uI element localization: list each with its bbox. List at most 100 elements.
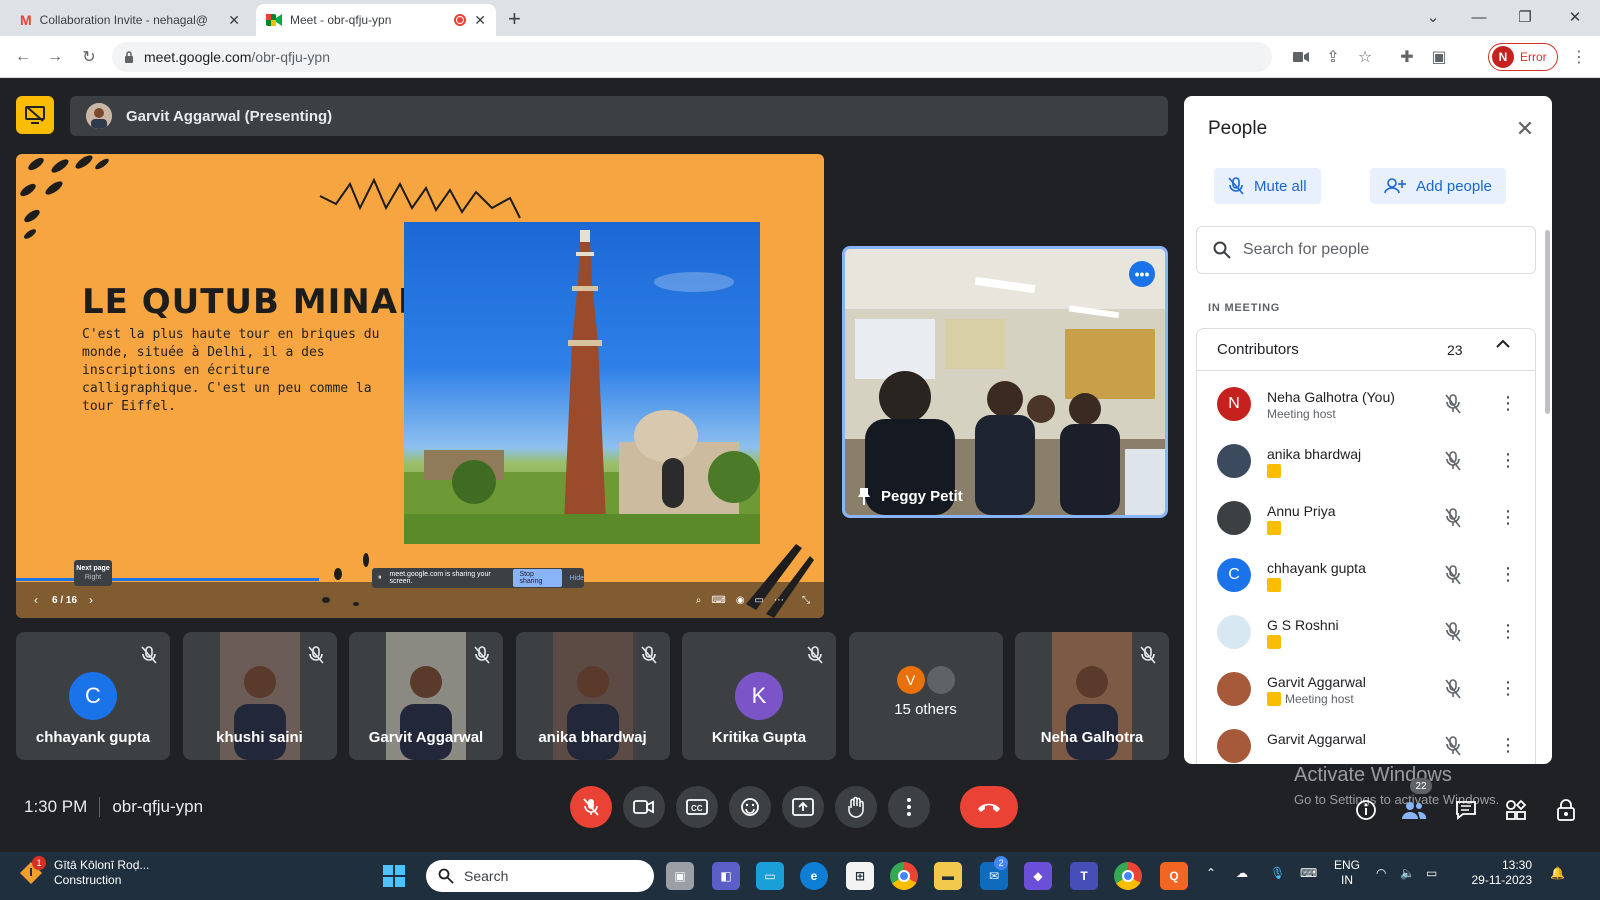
previous-page-icon[interactable]: ‹ [34, 593, 38, 607]
pip-icon[interactable]: ▭ [755, 595, 764, 606]
close-icon[interactable]: ✕ [1512, 116, 1538, 142]
chrome-profile-icon[interactable] [1114, 862, 1142, 890]
participant-tile[interactable]: V 15 others [848, 632, 1003, 760]
participant-more-icon[interactable]: ⋮ [1499, 507, 1517, 528]
participant-more-icon[interactable]: ⋮ [1499, 621, 1517, 642]
mic-off-icon[interactable] [1443, 621, 1463, 643]
hide-button[interactable]: Hide [570, 575, 584, 582]
microphone-in-use-icon[interactable]: 🎙 [1270, 866, 1285, 881]
mic-off-icon[interactable] [1443, 393, 1463, 415]
add-people-button[interactable]: Add people [1370, 168, 1506, 204]
windows-start-icon[interactable] [380, 862, 408, 890]
participant-row[interactable]: Garvit Aggarwal Meeting host ⋮ [1197, 660, 1535, 718]
participant-more-icon[interactable]: ⋮ [1499, 678, 1517, 699]
mic-off-icon[interactable] [1443, 564, 1463, 586]
chat-icon[interactable] [1452, 796, 1480, 824]
participant-row[interactable]: Garvit Aggarwal ⋮ [1197, 717, 1535, 764]
people-search-input[interactable]: Search for people [1196, 226, 1536, 274]
quick-heal-icon[interactable]: Q [1160, 862, 1188, 890]
participant-tile[interactable]: khushi saini [182, 632, 337, 760]
new-tab-button[interactable]: + [508, 6, 521, 32]
taskbar-search-input[interactable]: Search [426, 860, 654, 892]
participant-row[interactable]: Cchhayank gupta ⋮ [1197, 546, 1535, 604]
participant-tile[interactable]: K Kritika Gupta [682, 632, 836, 760]
battery-icon[interactable]: ▭ [1426, 866, 1437, 881]
share-icon[interactable]: ⇪ [1320, 44, 1346, 70]
mic-off-icon[interactable] [1443, 735, 1463, 757]
chrome-icon[interactable] [890, 862, 918, 890]
zoom-icon[interactable]: ⌕ [696, 595, 702, 606]
tray-chevron-icon[interactable]: ⌃ [1206, 866, 1216, 881]
participant-tile[interactable]: Cchhayank gupta [16, 632, 170, 760]
edge-icon[interactable]: e [800, 862, 828, 890]
participant-more-icon[interactable]: ⋮ [1499, 393, 1517, 414]
wifi-icon[interactable]: ◠ [1376, 866, 1386, 881]
system-clock[interactable]: 13:30 29-11-2023 [1458, 858, 1533, 888]
participant-tile[interactable]: anika bhardwaj [515, 632, 670, 760]
onedrive-cloud-icon[interactable]: ☁ [1236, 866, 1248, 881]
notifications-bell-icon[interactable]: 🔔 [1550, 866, 1565, 881]
more-options-icon[interactable]: ⋯ [774, 595, 784, 606]
keyboard-icon[interactable]: ⌨ [711, 595, 725, 606]
presented-slide[interactable]: LE QUTUB MINAR C'est la plus haute tour … [16, 154, 824, 618]
camera-in-use-icon[interactable] [1288, 44, 1314, 70]
app-icon[interactable]: ◆ [1024, 862, 1052, 890]
present-now-button[interactable] [782, 786, 824, 828]
teams-chat-icon[interactable]: ◧ [712, 862, 740, 890]
meeting-details-icon[interactable] [1352, 796, 1380, 824]
close-window-icon[interactable]: ✕ [1564, 6, 1586, 28]
maximize-icon[interactable]: ❐ [1514, 6, 1536, 28]
more-options-button[interactable]: ••• [1129, 261, 1155, 287]
profile-button[interactable]: N Error [1488, 43, 1558, 71]
chevron-up-icon[interactable] [1495, 339, 1511, 349]
captions-button[interactable]: CC [676, 786, 718, 828]
keyboard-tray-icon[interactable]: ⌨ [1300, 866, 1317, 881]
pin-icon[interactable] [857, 487, 871, 505]
close-icon[interactable]: ✕ [228, 12, 240, 29]
panel-scrollbar[interactable] [1545, 230, 1550, 414]
camera-toggle-button[interactable] [623, 786, 665, 828]
pinned-participant-tile[interactable]: ••• Peggy Petit [842, 246, 1168, 518]
task-view-icon[interactable]: ▣ [666, 862, 694, 890]
participant-more-icon[interactable]: ⋮ [1499, 735, 1517, 756]
stop-sharing-button[interactable]: Stop sharing [513, 569, 562, 587]
extensions-puzzle-icon[interactable]: ✚ [1394, 44, 1420, 70]
tab-gmail[interactable]: M Collaboration Invite - nehagal@ ✕ [10, 4, 250, 36]
raise-hand-button[interactable] [835, 786, 877, 828]
address-bar[interactable]: meet.google.com/obr-qfju-ypn [112, 42, 1272, 72]
side-panel-icon[interactable]: ▣ [1426, 44, 1452, 70]
reload-icon[interactable]: ↻ [76, 44, 102, 70]
emoji-reactions-button[interactable] [729, 786, 771, 828]
participant-tile[interactable]: Garvit Aggarwal [349, 632, 503, 760]
people-icon[interactable] [1400, 796, 1428, 824]
volume-icon[interactable]: 🔈 [1400, 866, 1415, 881]
more-options-button[interactable] [888, 786, 930, 828]
tab-search-chevron-icon[interactable]: ⌄ [1422, 6, 1444, 28]
next-page-icon[interactable]: › [89, 593, 93, 607]
tab-meet[interactable]: Meet - obr-qfju-ypn ✕ [256, 4, 496, 36]
file-explorer-icon[interactable]: ▬ [934, 862, 962, 890]
mute-all-button[interactable]: Mute all [1214, 168, 1321, 204]
weather-widget[interactable]: 1 Gītā Kōlonī Roḍ... Construction [18, 856, 149, 888]
participant-more-icon[interactable]: ⋮ [1499, 564, 1517, 585]
back-icon[interactable]: ← [10, 44, 36, 70]
exit-fullscreen-icon[interactable]: ⤡ [802, 595, 810, 606]
minimize-icon[interactable]: — [1468, 6, 1490, 28]
presentation-layout-icon[interactable] [16, 96, 54, 134]
mic-off-icon[interactable] [1443, 450, 1463, 472]
participant-tile[interactable]: Neha Galhotra [1015, 632, 1169, 760]
mic-off-icon[interactable] [1443, 507, 1463, 529]
bookmark-star-icon[interactable]: ☆ [1352, 44, 1378, 70]
microsoft-store-icon[interactable]: ⊞ [846, 862, 874, 890]
host-controls-icon[interactable] [1552, 796, 1580, 824]
language-indicator[interactable]: ENG IN [1334, 858, 1360, 888]
mic-off-icon[interactable] [1443, 678, 1463, 700]
browser-menu-icon[interactable]: ⋮ [1566, 44, 1592, 70]
participant-more-icon[interactable]: ⋮ [1499, 450, 1517, 471]
activities-icon[interactable] [1502, 796, 1530, 824]
contributors-header[interactable]: Contributors 23 [1197, 329, 1535, 371]
desktop-app-icon[interactable]: ▭ [756, 862, 784, 890]
speaker-notes-icon[interactable]: ◉ [736, 595, 745, 606]
participant-row[interactable]: N Neha Galhotra (You) Meeting host ⋮ [1197, 375, 1535, 433]
participant-row[interactable]: G S Roshni ⋮ [1197, 603, 1535, 661]
